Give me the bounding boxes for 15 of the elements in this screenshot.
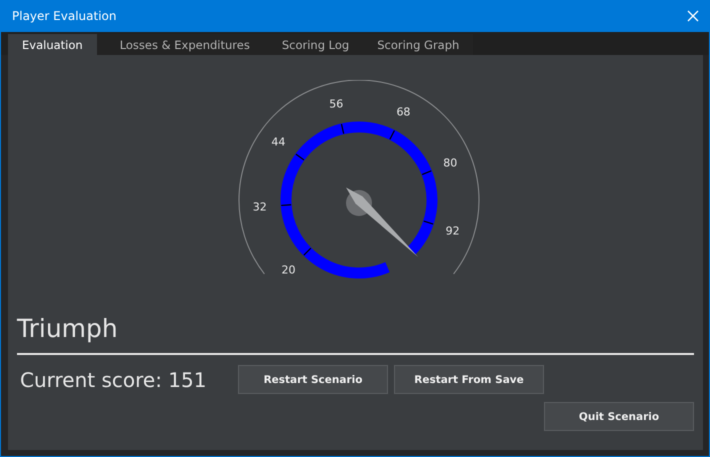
gauge-label: 32 [252,200,267,214]
score-text: Current score: 151 [19,368,208,392]
gauge-label: 92 [446,224,460,238]
gauge-label: 68 [396,105,410,118]
gauge-label: 56 [329,97,344,110]
window-title: Player Evaluation [12,9,116,23]
quit-button[interactable]: Quit Scenario [544,402,694,431]
action-button[interactable]: Restart Scenario [238,365,388,394]
close-icon[interactable] [687,10,699,22]
tab[interactable]: Evaluation [8,34,97,56]
action-button[interactable]: Restart From Save [394,365,544,394]
gauge-label: 20 [281,264,296,276]
gauge-label: 80 [443,156,458,170]
result-heading: Triumph [17,313,119,345]
gauge-label: 44 [271,135,286,148]
